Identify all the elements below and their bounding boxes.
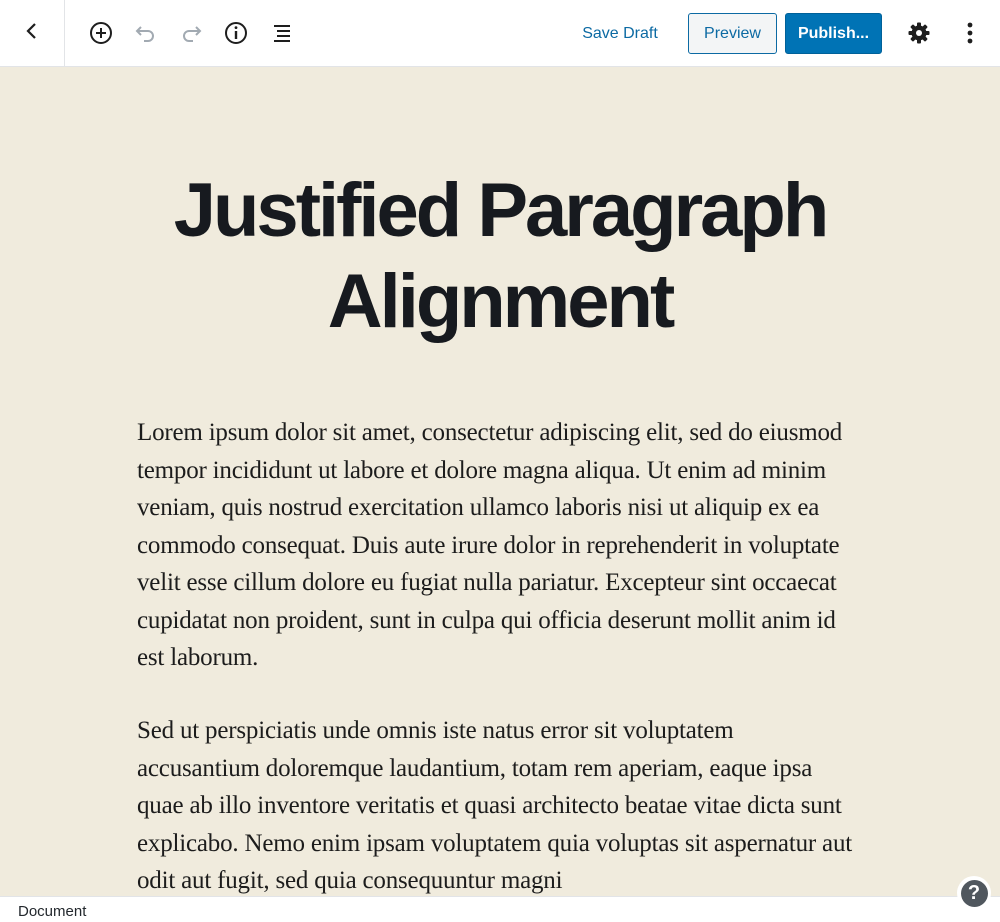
settings-button[interactable] (904, 18, 934, 48)
redo-button[interactable] (176, 18, 206, 48)
chevron-left-icon (25, 22, 39, 45)
help-icon: ? (960, 879, 988, 907)
breadcrumb-document[interactable]: Document (18, 903, 86, 920)
block-breadcrumb-bar: Document (0, 896, 1000, 922)
publish-button[interactable]: Publish... (785, 13, 882, 54)
save-draft-button[interactable]: Save Draft (572, 17, 668, 51)
editor-toolbar: Save Draft Preview Publish... (0, 0, 1000, 67)
undo-button[interactable] (131, 18, 161, 48)
block-navigation-button[interactable] (267, 18, 297, 48)
paragraph-block[interactable]: Lorem ipsum dolor sit amet, consectetur … (137, 414, 853, 677)
paragraph-block[interactable]: Sed ut perspiciatis unde omnis iste natu… (137, 712, 853, 900)
list-outline-icon (269, 20, 295, 46)
gear-icon (906, 20, 932, 46)
preview-button[interactable]: Preview (688, 13, 777, 54)
plus-circle-icon (88, 20, 114, 46)
help-button[interactable]: ? (957, 876, 991, 910)
content-info-button[interactable] (221, 18, 251, 48)
add-block-button[interactable] (86, 18, 116, 48)
undo-icon (133, 20, 159, 46)
info-icon (223, 20, 249, 46)
post-title[interactable]: Justified Paragraph Alignment (100, 165, 900, 347)
more-tools-button[interactable] (955, 18, 985, 48)
vertical-ellipsis-icon (966, 20, 974, 46)
redo-icon (178, 20, 204, 46)
back-button[interactable] (0, 0, 65, 67)
